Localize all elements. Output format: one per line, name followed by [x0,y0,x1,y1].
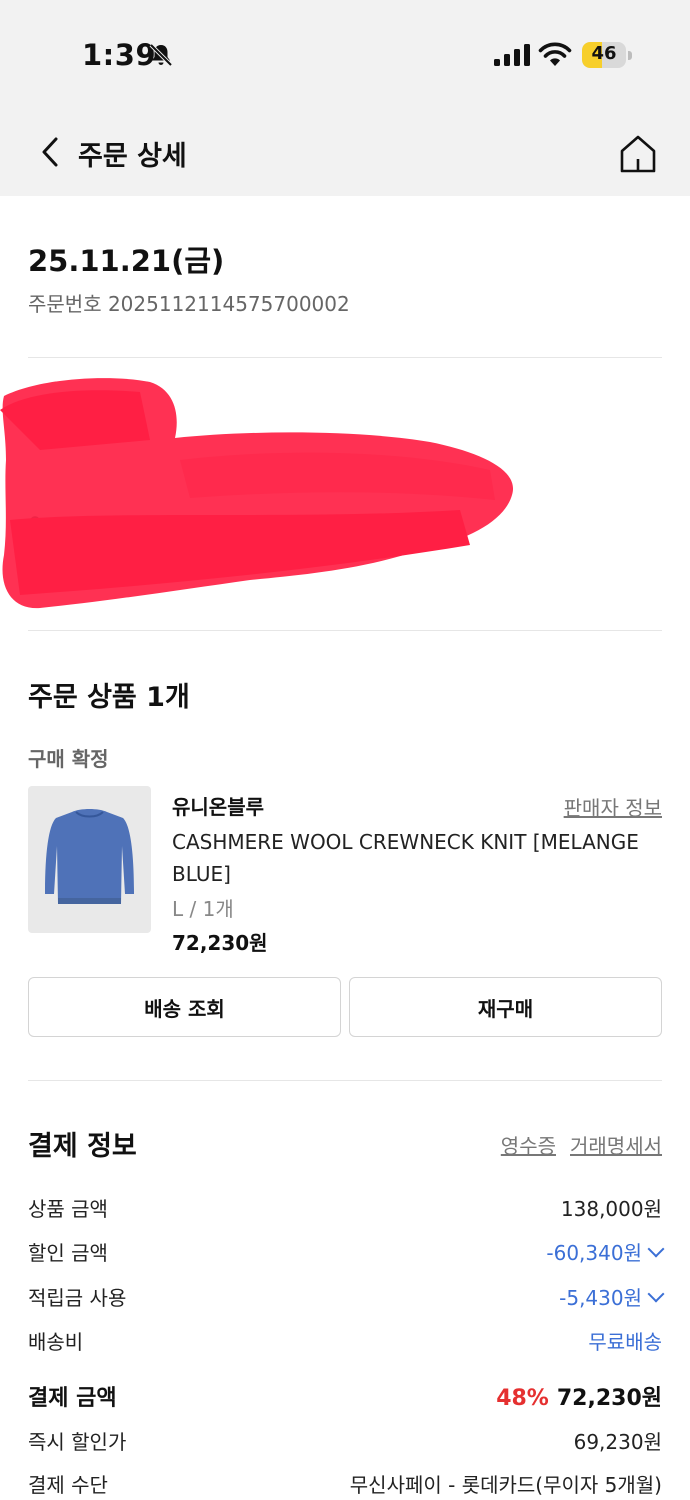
battery-indicator: 46 [582,42,632,68]
instant-discount-label: 즉시 할인가 [28,1430,127,1454]
divider [28,1080,662,1081]
nav-bar: 주문 상세 [0,110,690,196]
product-option: L / 1개 [172,897,234,921]
instant-discount-value: 69,230원 [573,1430,662,1454]
points-used-label: 적립금 사용 [28,1286,127,1310]
order-status-label: 구매 확정 [28,747,109,771]
statement-link[interactable]: 거래명세서 [570,1134,662,1158]
wifi-icon [538,42,572,66]
product-name[interactable]: CASHMERE WOOL CREWNECK KNIT [MELANGE BLU… [172,826,662,890]
total-amount: 48% 72,230원 [496,1380,662,1412]
shipping-fee-value: 무료배송 [588,1330,662,1354]
product-amount-value: 138,000원 [560,1197,662,1221]
home-icon[interactable] [616,132,660,176]
product-brand[interactable]: 유니온블루 [172,791,264,820]
payment-method-label: 결제 수단 [28,1473,108,1497]
shipping-fee-label: 배송비 [28,1330,84,1354]
discount-rate: 48% [496,1386,549,1411]
cellular-signal-icon [494,44,530,66]
divider [28,630,662,631]
redaction-scribble [0,378,514,609]
discount-amount-label: 할인 금액 [28,1241,108,1265]
chevron-down-icon [647,1240,665,1258]
seller-info-link[interactable]: 판매자 정보 [564,792,662,821]
back-button[interactable] [30,132,70,172]
points-used-value: -5,430원 [559,1286,642,1310]
chevron-down-icon [647,1285,665,1303]
products-section-title: 주문 상품 1개 [28,682,190,713]
product-amount-label: 상품 금액 [28,1197,108,1221]
product-image[interactable] [28,786,151,933]
shipping-address: 이* ** 0 [0,370,690,620]
status-time: 1:39 [82,38,157,72]
sweater-image [45,809,134,904]
order-date: 25.11.21(금) [28,244,225,278]
discount-amount-toggle[interactable]: -60,340원 [546,1237,665,1266]
status-bar: 1:39 46 [0,0,690,110]
payment-method-value: 무신사페이 - 롯데카드(무이자 5개월) [349,1473,662,1497]
order-number: 주문번호 2025112114575700002 [28,292,350,316]
track-delivery-button[interactable]: 배송 조회 [28,977,341,1037]
receipt-link[interactable]: 영수증 [501,1134,556,1158]
page-title: 주문 상세 [78,141,187,172]
payment-links: 영수증 거래명세서 [501,1130,662,1159]
divider [28,357,662,358]
chevron-left-icon [42,137,58,167]
battery-level: 46 [591,43,617,64]
points-used-toggle[interactable]: -5,430원 [559,1282,665,1311]
reorder-button[interactable]: 재구매 [349,977,662,1037]
bell-muted-icon [149,43,173,67]
discount-amount-value: -60,340원 [546,1241,642,1265]
total-amount-label: 결제 금액 [28,1386,117,1411]
total-amount-value: 72,230원 [556,1386,662,1411]
payment-section-title: 결제 정보 [28,1131,137,1162]
product-price: 72,230원 [172,931,268,955]
